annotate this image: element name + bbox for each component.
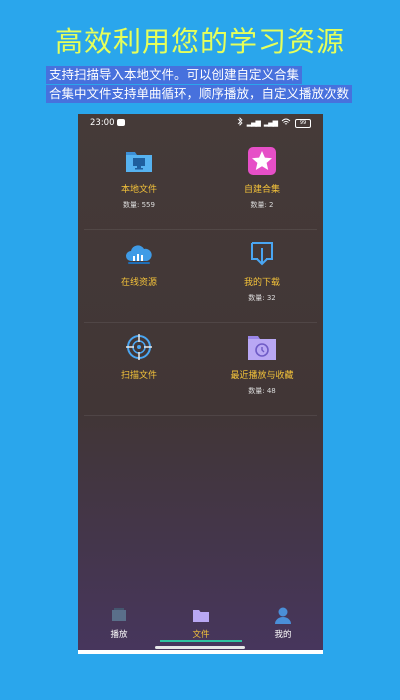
promo-caption-line-1: 支持扫描导入本地文件。可以创建自定义合集 (46, 66, 303, 84)
bottom-tab-bar: 播放 文件 我的 (78, 602, 323, 642)
grid-item-my-downloads[interactable]: 我的下载 数量: 32 (201, 229, 323, 321)
tab-files[interactable]: 文件 (160, 602, 242, 642)
status-bar: 23:00 ▂▄▆ ▂▄▆ 99 (78, 114, 323, 132)
grid-divider (84, 415, 317, 416)
folder-icon (192, 606, 210, 624)
wifi-icon (281, 118, 291, 129)
grid-item-scan-files[interactable]: 扫描文件 (78, 322, 200, 414)
star-icon (247, 146, 277, 176)
status-time: 23:00 (90, 118, 115, 128)
user-icon (274, 606, 292, 624)
grid-item-count: 数量: 2 (250, 201, 274, 209)
tab-label: 文件 (192, 630, 210, 640)
history-folder-icon (247, 332, 277, 362)
grid-item-label: 最近播放与收藏 (230, 371, 294, 381)
download-icon (247, 239, 277, 269)
bluetooth-icon (237, 117, 243, 129)
signal-icon: ▂▄▆ (246, 119, 261, 127)
promo-headline: 高效利用您的学习资源 (54, 25, 345, 58)
grid-item-local-files[interactable]: 本地文件 数量: 559 (78, 136, 200, 228)
bottom-edge (78, 650, 323, 654)
grid-item-label: 我的下载 (243, 278, 280, 288)
grid-divider (84, 322, 317, 323)
grid-item-label: 自建合集 (243, 185, 280, 195)
promo-caption-line-2: 合集中文件支持单曲循环，顺序播放，自定义播放次数 (46, 85, 353, 103)
grid-item-count: 数量: 48 (248, 387, 276, 395)
active-tab-indicator (160, 640, 242, 642)
tab-play[interactable]: 播放 (78, 602, 160, 642)
grid-item-label: 本地文件 (120, 185, 157, 195)
signal-icon: ▂▄▆ (263, 119, 278, 127)
tab-label: 我的 (274, 630, 292, 640)
tab-label: 播放 (110, 630, 128, 640)
scan-icon (124, 332, 154, 362)
battery-icon: 99 (295, 118, 311, 128)
grid-item-online-resources[interactable]: 在线资源 (78, 229, 200, 321)
app-notification-icon (117, 119, 125, 126)
grid-item-count: 数量: 32 (248, 294, 276, 302)
computer-folder-icon (124, 146, 154, 176)
grid-item-recent-and-favorites[interactable]: 最近播放与收藏 数量: 48 (201, 322, 323, 414)
grid-item-count: 数量: 559 (123, 201, 155, 209)
grid-item-label: 扫描文件 (120, 371, 157, 381)
phone-screen: 23:00 ▂▄▆ ▂▄▆ 99 本地文件 数量: 559 自建合集 数量: 2… (78, 114, 323, 654)
tab-mine[interactable]: 我的 (242, 602, 323, 642)
cloud-icon (124, 239, 154, 269)
grid-item-custom-collection[interactable]: 自建合集 数量: 2 (201, 136, 323, 228)
playlist-icon (110, 606, 128, 624)
home-indicator[interactable] (155, 646, 245, 649)
grid-divider (84, 229, 317, 230)
grid-item-label: 在线资源 (120, 278, 157, 288)
